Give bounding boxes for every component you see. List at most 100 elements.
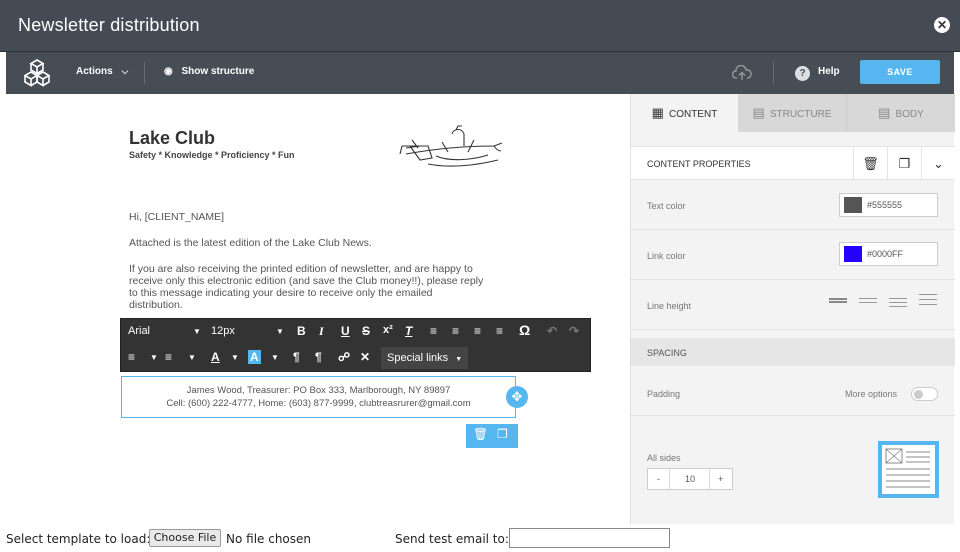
redo-icon[interactable]: ↷: [569, 324, 579, 338]
line-height-normal-icon[interactable]: [859, 298, 877, 306]
show-structure-label: Show structure: [181, 66, 255, 77]
text-color-caret-icon[interactable]: ▼: [231, 353, 239, 362]
italic-icon[interactable]: I: [319, 324, 324, 339]
undo-icon[interactable]: ↶: [547, 324, 557, 338]
actions-label: Actions: [76, 66, 113, 77]
move-icon[interactable]: ✥: [506, 386, 528, 408]
text-color-input[interactable]: #555555: [839, 193, 938, 217]
align-right-icon[interactable]: ≡: [474, 324, 481, 338]
bullet-list-icon[interactable]: ≡: [165, 350, 172, 364]
line-height-row: Line height: [631, 280, 955, 330]
link-color-row: Link color #0000FF: [631, 230, 955, 280]
stepper-divider: [709, 469, 710, 489]
greeting-text: Hi, [CLIENT_NAME]: [129, 211, 225, 223]
ordered-list-icon[interactable]: ≡: [128, 350, 135, 364]
text-color-value: #555555: [867, 200, 903, 210]
test-email-input[interactable]: [509, 528, 670, 548]
signature-text-block[interactable]: James Wood, Treasurer: PO Box 333, Marlb…: [121, 376, 516, 418]
duplicate-icon[interactable]: ❐: [497, 427, 508, 441]
bottom-bar: Select template to load: Choose File No …: [0, 524, 960, 552]
properties-panel: ▦ CONTENT ▤ STRUCTURE ▤ BODY CONTENT PROPER…: [630, 94, 955, 524]
spacing-label: SPACING: [647, 348, 687, 358]
block-actions: 🗑 ❐: [466, 424, 518, 448]
text-color-icon[interactable]: A: [211, 350, 220, 364]
caret-down-icon: ▼: [455, 356, 463, 363]
tab-content-label: CONTENT: [668, 109, 718, 120]
size-caret-icon[interactable]: ▼: [276, 327, 284, 336]
align-center-icon[interactable]: ≡: [452, 324, 459, 338]
link-color-swatch: [844, 246, 862, 262]
body-line: to this message indicating your desire t…: [129, 287, 433, 299]
special-char-icon[interactable]: Ω: [519, 322, 530, 338]
help-label[interactable]: Help: [818, 66, 840, 77]
align-justify-icon[interactable]: ≡: [496, 324, 503, 338]
background-color-icon[interactable]: A: [248, 350, 261, 364]
rte-row-2: ≡ ▼ ≡ ▼ A ▼ A ▼ ¶ ¶ ☍ ✕ Special links ▼: [121, 345, 590, 371]
copy-icon[interactable]: ❐: [887, 147, 921, 181]
choose-file-button[interactable]: Choose File: [149, 529, 221, 547]
save-button[interactable]: SAVE: [860, 60, 940, 84]
unlink-icon[interactable]: ✕: [360, 350, 370, 364]
tab-content[interactable]: ▦ CONTENT: [631, 94, 738, 132]
tab-body[interactable]: ▤ BODY: [846, 94, 955, 132]
stepper-plus-button[interactable]: +: [718, 474, 723, 484]
rows-icon: ▤: [752, 105, 765, 120]
eye-icon: ◉: [164, 66, 173, 77]
tab-structure[interactable]: ▤ STRUCTURE: [738, 94, 846, 132]
rich-text-toolbar: Arial ▼ 12px ▼ B I U S x² T ≡ ≡ ≡ ≡ Ω ↶ …: [120, 318, 591, 372]
show-structure-button[interactable]: ◉ Show structure: [164, 66, 254, 77]
more-options-label: More options: [845, 389, 898, 399]
superscript-icon[interactable]: x²: [383, 324, 393, 336]
strikethrough-icon[interactable]: S: [362, 324, 370, 338]
rte-row-1: Arial ▼ 12px ▼ B I U S x² T ≡ ≡ ≡ ≡ Ω ↶ …: [121, 319, 590, 345]
trash-icon[interactable]: 🗑: [853, 147, 887, 181]
ordered-list-caret-icon[interactable]: ▼: [150, 353, 158, 362]
tab-body-label: BODY: [895, 109, 924, 120]
font-caret-icon[interactable]: ▼: [193, 327, 201, 336]
delete-icon[interactable]: 🗑: [473, 427, 488, 441]
bold-icon[interactable]: B: [297, 324, 306, 338]
text-color-label: Text color: [647, 201, 686, 211]
close-icon[interactable]: ✕: [934, 17, 950, 33]
bg-color-caret-icon[interactable]: ▼: [271, 353, 279, 362]
special-links-dropdown[interactable]: Special links ▼: [381, 347, 469, 369]
cloud-upload-icon[interactable]: [732, 65, 752, 81]
stepper-value[interactable]: 10: [685, 474, 695, 484]
actions-menu[interactable]: Actions ⌵: [76, 66, 128, 77]
clear-format-icon[interactable]: T: [405, 324, 412, 338]
link-icon[interactable]: ☍: [338, 350, 350, 364]
padding-preview-image: [878, 441, 939, 498]
link-color-input[interactable]: #0000FF: [839, 242, 938, 266]
signature-line: Cell: (600) 222-4777, Home: (603) 877-99…: [166, 398, 471, 409]
content-properties-label: CONTENT PROPERTIES: [647, 159, 751, 169]
link-color-value: #0000FF: [867, 249, 904, 259]
logo-cubes-icon: [24, 59, 50, 87]
paragraph-ltr-icon[interactable]: ¶: [293, 350, 300, 364]
content-properties-header: CONTENT PROPERTIES 🗑 ❐ ⌄: [631, 146, 955, 181]
chevron-down-icon[interactable]: ⌄: [921, 147, 955, 181]
help-icon[interactable]: ?: [795, 66, 810, 81]
align-left-icon[interactable]: ≡: [430, 324, 437, 338]
bullet-list-caret-icon[interactable]: ▼: [188, 353, 196, 362]
padding-label: Padding: [647, 389, 681, 399]
font-size-select[interactable]: 12px: [211, 325, 235, 337]
stepper-minus-button[interactable]: -: [657, 474, 660, 484]
email-canvas: Lake Club Safety * Knowledge * Proficien…: [6, 94, 630, 524]
more-options-toggle[interactable]: [911, 387, 938, 401]
paragraph-rtl-icon[interactable]: ¶: [315, 350, 322, 364]
template-label: Select template to load:: [6, 532, 151, 546]
club-title: Lake Club: [129, 128, 216, 148]
line-height-loose-icon[interactable]: [919, 294, 937, 308]
panel-tabs: ▦ CONTENT ▤ STRUCTURE ▤ BODY: [631, 94, 955, 132]
font-family-select[interactable]: Arial: [128, 325, 150, 337]
window-titlebar: Newsletter distribution ✕: [0, 0, 960, 52]
line-height-relaxed-icon[interactable]: [889, 298, 907, 310]
underline-icon[interactable]: U: [341, 324, 350, 338]
link-color-label: Link color: [647, 251, 686, 261]
toolbar-divider: [773, 62, 774, 84]
line-height-compact-icon[interactable]: [829, 298, 847, 306]
seaplane-logo-image: [399, 125, 503, 167]
window-title: Newsletter distribution: [18, 15, 200, 35]
padding-stepper[interactable]: - 10 +: [647, 468, 733, 490]
intro-paragraph: Attached is the latest edition of the La…: [129, 237, 372, 249]
